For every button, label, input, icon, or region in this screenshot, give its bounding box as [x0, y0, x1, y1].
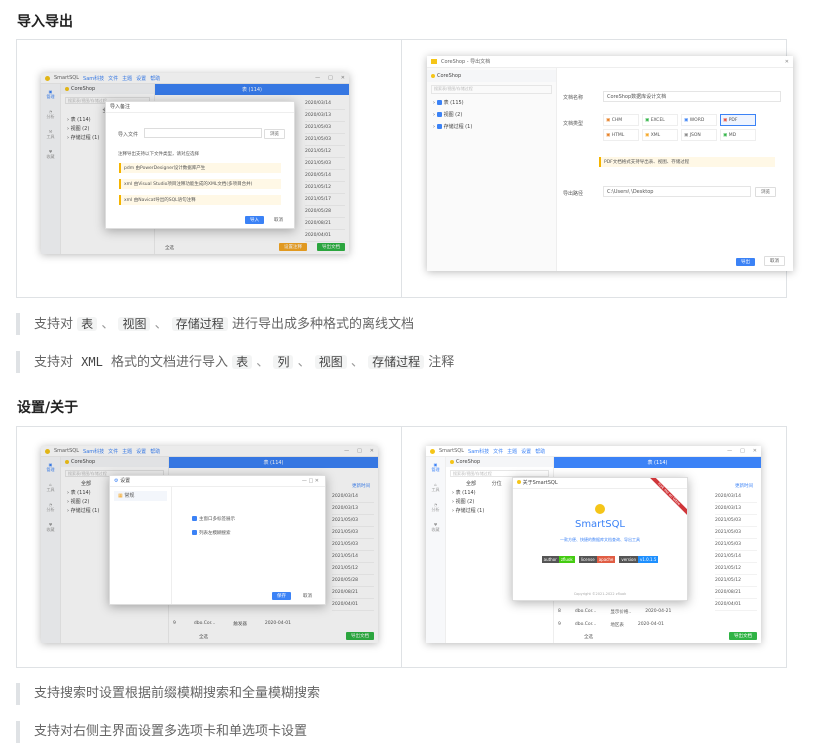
tree-item[interactable]: › 表 (115)	[427, 97, 556, 109]
pdf-tip: PDF文档格式支持导出表、视图、存储过程	[599, 157, 775, 167]
import-screenshot: SmartSQL Sam科技 文件 主题 设置 帮助 — □ ✕ ▣ 管理 ◔ 分析 ⚒…	[41, 73, 349, 254]
screenshot-cell-settings: SmartSQL Sam科技 文件 主题 设置 帮助 — □ ✕ ▣ 管理 ⌂ 工具 ◔…	[17, 427, 402, 667]
about-screenshot: SmartSQL Sam科技 文件 主题 设置 帮助 — □ ✕ ▣ 管理 ⌂ 工具 ◔…	[426, 446, 761, 643]
badge-license: license apache	[578, 556, 616, 563]
import-comment-dialog: 导入备注 导入文件 浏览 注释导出支持以下文件类型，请对应选择 pdm 由Pow…	[105, 101, 295, 229]
date-column: 2020/03/14 2020/03/13 2021/05/03 2021/05/03…	[715, 491, 757, 611]
about-app-name: SmartSQL	[574, 519, 626, 530]
type-option[interactable]: ▣ EXCEL	[642, 114, 678, 126]
cancel-button[interactable]: 取消	[269, 216, 288, 224]
section-heading-settings-about: 设置/关于	[17, 400, 79, 416]
settings-nav-general[interactable]: ▦ 常规	[114, 491, 167, 501]
about-slogan: 一款方便、快捷的数据库文档查询、导出工具	[560, 537, 640, 542]
menu-item[interactable]: 主题	[507, 448, 517, 455]
rail-item[interactable]: ▣ 管理	[426, 457, 445, 477]
menu-item[interactable]: 文件	[493, 448, 503, 455]
menu-item[interactable]: 帮助	[535, 448, 545, 455]
file-label: 导入文件	[118, 132, 139, 138]
object-tree-panel: CoreShop 搜索表/视图/存储过程 › 表 (115) › 视图 (2) …	[427, 68, 557, 271]
titlebar: CoreShop - 导出文档 ✕	[427, 56, 793, 68]
type-option[interactable]: ▣ MD	[720, 129, 756, 141]
close-icon[interactable]: ✕	[785, 59, 789, 65]
doc-type-options: ▣ CHM ▣ EXCEL ▣ WORD ▣ PDF ▣ HTML ▣ XML …	[603, 114, 763, 141]
search-input[interactable]: 搜索表/视图/存储过程	[450, 470, 549, 477]
app-logo-icon	[430, 448, 435, 454]
feature-quote-export: 支持对 表 、 视图 、 存储过程 进行导出成多种格式的离线文档	[16, 313, 414, 335]
feature-quote-search: 支持搜索时设置根据前缀模糊搜索和全量模糊搜索	[16, 683, 320, 705]
select-all-checkbox[interactable]: 全选	[584, 634, 593, 640]
db-selector[interactable]: CoreShop	[446, 457, 553, 467]
cancel-button[interactable]: 取消	[764, 256, 785, 266]
export-doc-button[interactable]: 导出文档	[729, 632, 757, 640]
window-controls[interactable]: — □ ✕	[727, 448, 757, 454]
cancel-button[interactable]: 取消	[298, 592, 317, 600]
export-button[interactable]: 导出	[736, 258, 755, 266]
rail-item[interactable]: ⌂ 工具	[426, 477, 445, 497]
tree-item[interactable]: › 视图 (2)	[427, 109, 556, 121]
table-row[interactable]: 9 dbo.Cor... 地区表 2020-04-01	[558, 622, 708, 628]
menu-item[interactable]: Sam科技	[468, 448, 489, 455]
rail-item[interactable]: ♥ 收藏	[426, 517, 445, 537]
doc-name-label: 文档名称	[563, 95, 584, 101]
dialog-title: 导入备注	[106, 102, 294, 113]
left-rail: ▣ 管理 ⌂ 工具 ◔ 分析 ♥ 收藏	[426, 457, 446, 643]
export-path-label: 导出路径	[563, 191, 584, 197]
settings-dialog: ⚙ 设置 — □ ✕ ▦ 常规 主窗口多标签展示 列表左模糊搜索 保存 取消	[109, 475, 326, 605]
browse-button[interactable]: 浏览	[264, 129, 285, 139]
search-input[interactable]: 搜索表/视图/存储过程	[431, 85, 552, 94]
type-option[interactable]: ▣ XML	[642, 129, 678, 141]
file-path-input[interactable]	[144, 128, 262, 138]
dialog-hint: 注释导出支持以下文件类型，请对应选择	[118, 152, 199, 157]
folder-icon	[431, 59, 437, 64]
badge-version: version v1.0.1.5	[619, 556, 659, 563]
type-option[interactable]: ▣ WORD	[681, 114, 717, 126]
column-header: 更新时间	[735, 484, 753, 489]
window-title: CoreShop - 导出文档	[441, 59, 491, 65]
file-type-tip: xml 由Visual Studio项目注释功能生成的XML文档(多项目合并)	[119, 179, 281, 189]
db-label: CoreShop	[427, 70, 556, 82]
section-heading-import-export: 导入导出	[17, 14, 73, 30]
screenshot-table-import-export: SmartSQL Sam科技 文件 主题 设置 帮助 — □ ✕ ▣ 管理 ◔ 分析 ⚒…	[16, 39, 793, 298]
rail-item[interactable]: ◔ 分析	[426, 497, 445, 517]
feature-quote-tabs: 支持对右侧主界面设置多选项卡和单选项卡设置	[16, 721, 307, 743]
table-row[interactable]: 8 dbo.Cor... 显示价格.. 2020-04-21	[558, 609, 708, 615]
screenshot-cell-about: SmartSQL Sam科技 文件 主题 设置 帮助 — □ ✕ ▣ 管理 ⌂ 工具 ◔…	[402, 427, 786, 667]
doc-type-label: 文档类型	[563, 121, 584, 127]
app-logo-icon	[513, 504, 687, 516]
badge-author: author zfluok	[541, 556, 575, 563]
screenshot-cell-export: CoreShop - 导出文档 ✕ CoreShop 搜索表/视图/存储过程 ›…	[402, 40, 793, 297]
import-button[interactable]: 导入	[245, 216, 264, 224]
about-badges: author zfluok license apache version v1.0.1…	[513, 556, 687, 563]
option-left-fuzzy-search[interactable]: 列表左模糊搜索	[192, 530, 231, 536]
tree-item[interactable]: › 存储过程 (1)	[427, 121, 556, 133]
main-tab-header[interactable]: 表 (114)	[554, 457, 761, 468]
export-path-input[interactable]: C:\Users\ \Desktop	[603, 186, 751, 197]
browse-button[interactable]: 浏览	[755, 187, 776, 197]
export-screenshot: CoreShop - 导出文档 ✕ CoreShop 搜索表/视图/存储过程 ›…	[427, 56, 793, 271]
save-button[interactable]: 保存	[272, 592, 291, 600]
type-option-selected[interactable]: ▣ PDF	[720, 114, 756, 126]
option-multi-tab[interactable]: 主窗口多标签展示	[192, 516, 235, 522]
settings-screenshot: SmartSQL Sam科技 文件 主题 设置 帮助 — □ ✕ ▣ 管理 ⌂ 工具 ◔…	[41, 446, 378, 643]
doc-name-input[interactable]: CoreShop数据库设计文档	[603, 91, 781, 102]
feature-quote-import: 支持对 XML 格式的文档进行导入 表 、 列 、 视图 、 存储过程 注释	[16, 351, 454, 373]
about-copyright: Copyright ©2021-2022 zfluok	[573, 592, 627, 596]
file-type-tip: xml 由Navicat导出的SQL语句注释	[119, 195, 281, 205]
file-type-tip: pdm 由PowerDesigner设计数据库产生	[119, 163, 281, 173]
about-dialog: 关于SmartSQL Fork me on Gitee SmartSQL 一款方…	[512, 477, 688, 601]
dialog-title: ⚙ 设置 — □ ✕	[110, 476, 325, 487]
type-option[interactable]: ▣ CHM	[603, 114, 639, 126]
app-title: SmartSQL	[439, 448, 465, 454]
menu-item[interactable]: 设置	[521, 448, 531, 455]
titlebar: SmartSQL Sam科技 文件 主题 设置 帮助 — □ ✕	[426, 446, 761, 457]
type-option[interactable]: ▣ HTML	[603, 129, 639, 141]
screenshot-table-settings-about: SmartSQL Sam科技 文件 主题 设置 帮助 — □ ✕ ▣ 管理 ⌂ 工具 ◔…	[16, 426, 787, 668]
screenshot-cell-import: SmartSQL Sam科技 文件 主题 设置 帮助 — □ ✕ ▣ 管理 ◔ 分析 ⚒…	[17, 40, 402, 297]
type-option[interactable]: ▣ JSON	[681, 129, 717, 141]
